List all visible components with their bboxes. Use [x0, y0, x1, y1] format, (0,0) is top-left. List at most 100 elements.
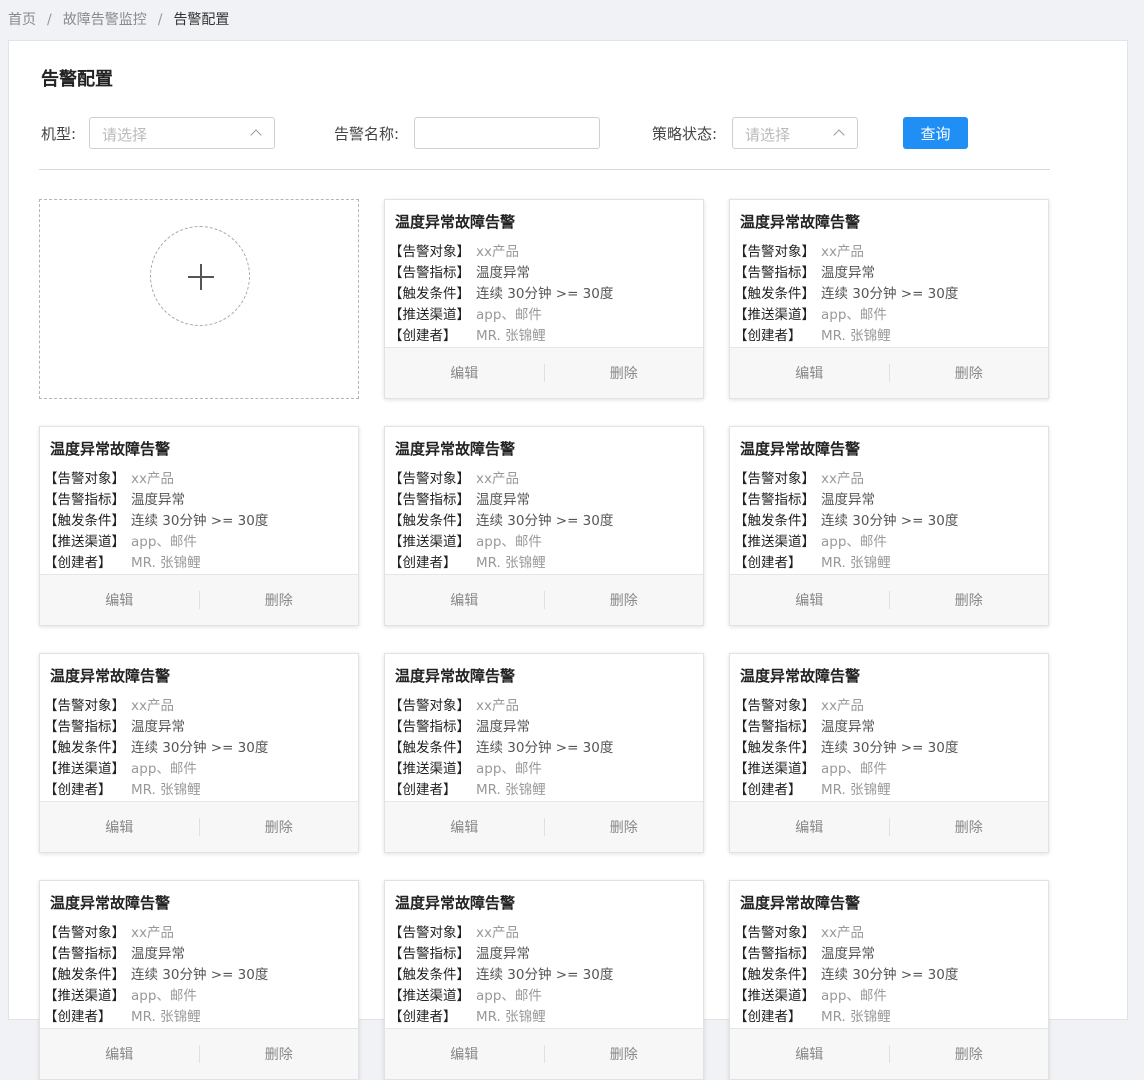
detail-value: app、邮件 [476, 761, 542, 777]
detail-value: 连续 30分钟 >= 30度 [821, 967, 959, 983]
detail-label: 【告警对象】 [389, 471, 470, 487]
detail-label: 【触发条件】 [734, 740, 815, 756]
card-title: 温度异常故障告警 [50, 440, 171, 458]
policy-status-select[interactable]: 请选择 [732, 117, 858, 149]
alarm-name-input[interactable] [414, 117, 600, 149]
delete-button[interactable]: 删除 [890, 1044, 1049, 1064]
edit-button[interactable]: 编辑 [385, 1044, 544, 1064]
card-details: 【告警对象】 xx产品 【告警指标】 温度异常 【触发条件】 连续 30分钟 >= 3… [44, 923, 268, 1028]
card-actions: 编辑 删除 [730, 801, 1048, 852]
detail-value: app、邮件 [476, 307, 542, 323]
detail-row-condition: 【触发条件】 连续 30分钟 >= 30度 [44, 738, 268, 759]
plus-icon[interactable] [150, 226, 250, 326]
delete-button[interactable]: 删除 [890, 363, 1049, 383]
detail-row-metric: 【告警指标】 温度异常 [734, 717, 958, 738]
edit-button[interactable]: 编辑 [40, 1044, 199, 1064]
detail-row-creator: 【创建者】 MR. 张锦鲤 [389, 553, 613, 574]
detail-value: xx产品 [476, 471, 519, 487]
detail-value: xx产品 [476, 925, 519, 941]
detail-row-condition: 【触发条件】 连续 30分钟 >= 30度 [389, 511, 613, 532]
detail-value: 温度异常 [821, 265, 875, 281]
detail-row-channel: 【推送渠道】 app、邮件 [44, 759, 268, 780]
add-alarm-card[interactable] [39, 199, 359, 399]
detail-label: 【创建者】 [389, 555, 457, 571]
detail-label: 【触发条件】 [734, 967, 815, 983]
detail-label: 【触发条件】 [389, 513, 470, 529]
edit-button[interactable]: 编辑 [730, 1044, 889, 1064]
detail-row-condition: 【触发条件】 连续 30分钟 >= 30度 [44, 511, 268, 532]
card-title: 温度异常故障告警 [740, 440, 861, 458]
card-details: 【告警对象】 xx产品 【告警指标】 温度异常 【触发条件】 连续 30分钟 >= 3… [734, 923, 958, 1028]
edit-button[interactable]: 编辑 [40, 817, 199, 837]
detail-row-creator: 【创建者】 MR. 张锦鲤 [734, 326, 958, 347]
detail-row-channel: 【推送渠道】 app、邮件 [389, 532, 613, 553]
alarm-card: 温度异常故障告警 【告警对象】 xx产品 【告警指标】 温度异常 【触发条件】 连续 … [39, 653, 359, 853]
detail-row-channel: 【推送渠道】 app、邮件 [44, 532, 268, 553]
card-actions: 编辑 删除 [730, 1028, 1048, 1079]
detail-row-target: 【告警对象】 xx产品 [44, 923, 268, 944]
query-button[interactable]: 查询 [903, 117, 968, 149]
delete-button[interactable]: 删除 [890, 817, 1049, 837]
card-details: 【告警对象】 xx产品 【告警指标】 温度异常 【触发条件】 连续 30分钟 >= 3… [389, 696, 613, 801]
breadcrumb-fault-alarm[interactable]: 故障告警监控 [63, 12, 147, 28]
detail-value: app、邮件 [821, 988, 887, 1004]
edit-button[interactable]: 编辑 [730, 817, 889, 837]
card-actions: 编辑 删除 [385, 347, 703, 398]
detail-label: 【告警对象】 [389, 698, 470, 714]
detail-row-metric: 【告警指标】 温度异常 [44, 944, 268, 965]
chevron-up-icon [250, 129, 262, 141]
detail-value: 连续 30分钟 >= 30度 [131, 513, 269, 529]
model-label: 机型: [41, 125, 77, 143]
edit-button[interactable]: 编辑 [730, 363, 889, 383]
detail-label: 【创建者】 [44, 782, 112, 798]
delete-button[interactable]: 删除 [200, 1044, 359, 1064]
edit-button[interactable]: 编辑 [730, 590, 889, 610]
detail-value: 温度异常 [821, 946, 875, 962]
card-title: 温度异常故障告警 [740, 894, 861, 912]
delete-button[interactable]: 删除 [200, 590, 359, 610]
detail-row-metric: 【告警指标】 温度异常 [389, 490, 613, 511]
detail-label: 【推送渠道】 [734, 761, 815, 777]
model-select[interactable]: 请选择 [89, 117, 275, 149]
detail-label: 【推送渠道】 [44, 761, 125, 777]
detail-row-metric: 【告警指标】 温度异常 [44, 717, 268, 738]
detail-row-metric: 【告警指标】 温度异常 [44, 490, 268, 511]
detail-value: 温度异常 [476, 492, 530, 508]
detail-label: 【告警对象】 [44, 698, 125, 714]
detail-label: 【告警对象】 [389, 244, 470, 260]
detail-label: 【推送渠道】 [734, 534, 815, 550]
card-title: 温度异常故障告警 [740, 667, 861, 685]
edit-button[interactable]: 编辑 [385, 590, 544, 610]
alarm-card: 温度异常故障告警 【告警对象】 xx产品 【告警指标】 温度异常 【触发条件】 连续 … [384, 199, 704, 399]
detail-row-target: 【告警对象】 xx产品 [44, 469, 268, 490]
delete-button[interactable]: 删除 [545, 817, 704, 837]
edit-button[interactable]: 编辑 [385, 817, 544, 837]
delete-button[interactable]: 删除 [545, 1044, 704, 1064]
delete-button[interactable]: 删除 [545, 590, 704, 610]
detail-label: 【触发条件】 [734, 513, 815, 529]
detail-label: 【触发条件】 [389, 740, 470, 756]
detail-value: xx产品 [476, 244, 519, 260]
detail-label: 【告警对象】 [44, 925, 125, 941]
detail-value: 连续 30分钟 >= 30度 [821, 513, 959, 529]
edit-button[interactable]: 编辑 [40, 590, 199, 610]
alarm-card: 温度异常故障告警 【告警对象】 xx产品 【告警指标】 温度异常 【触发条件】 连续 … [384, 880, 704, 1080]
detail-label: 【告警指标】 [734, 492, 815, 508]
detail-label: 【推送渠道】 [389, 534, 470, 550]
detail-label: 【推送渠道】 [734, 307, 815, 323]
edit-button[interactable]: 编辑 [385, 363, 544, 383]
detail-label: 【告警指标】 [734, 946, 815, 962]
delete-button[interactable]: 删除 [200, 817, 359, 837]
detail-row-creator: 【创建者】 MR. 张锦鲤 [389, 1007, 613, 1028]
detail-value: xx产品 [821, 244, 864, 260]
delete-button[interactable]: 删除 [545, 363, 704, 383]
breadcrumb-home[interactable]: 首页 [8, 12, 36, 28]
delete-button[interactable]: 删除 [890, 590, 1049, 610]
detail-value: 温度异常 [131, 946, 185, 962]
detail-value: app、邮件 [821, 761, 887, 777]
card-details: 【告警对象】 xx产品 【告警指标】 温度异常 【触发条件】 连续 30分钟 >= 3… [44, 696, 268, 801]
detail-label: 【告警指标】 [389, 492, 470, 508]
detail-row-condition: 【触发条件】 连续 30分钟 >= 30度 [734, 511, 958, 532]
detail-row-target: 【告警对象】 xx产品 [389, 696, 613, 717]
detail-row-creator: 【创建者】 MR. 张锦鲤 [389, 326, 613, 347]
